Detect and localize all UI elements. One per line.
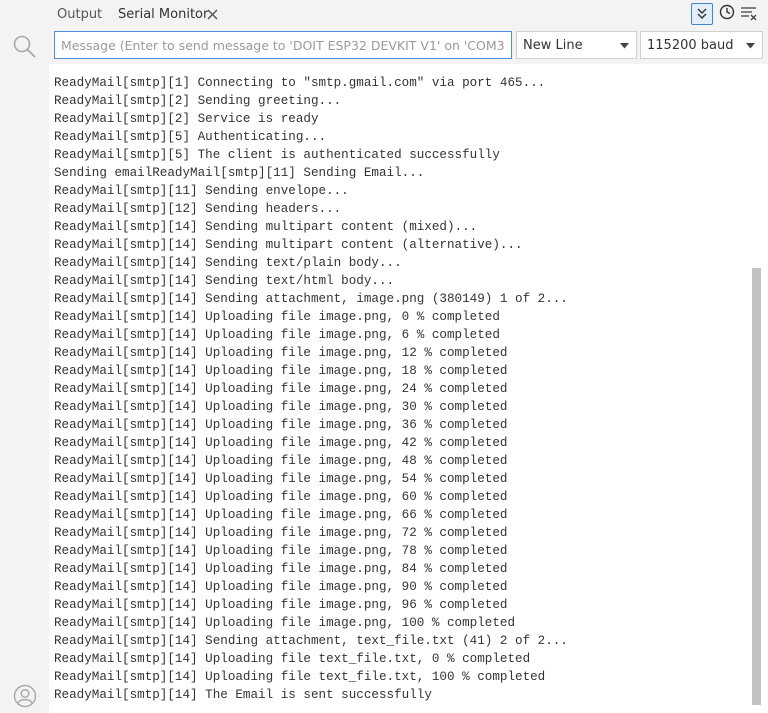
console-line: ReadyMail[smtp][14] Uploading file image… [54,418,508,432]
search-icon[interactable] [12,34,38,60]
console-line: ReadyMail[smtp][14] Uploading file image… [54,400,508,414]
account-icon[interactable] [13,684,37,708]
console-line: ReadyMail[smtp][12] Sending headers... [54,202,342,216]
left-rail [0,0,49,713]
console-line: Sending emailReadyMail[smtp][11] Sending… [54,166,425,180]
console-line: ReadyMail[smtp][14] Uploading file image… [54,454,508,468]
console-line: ReadyMail[smtp][14] Sending text/plain b… [54,256,402,270]
console-line: ReadyMail[smtp][5] The client is authent… [54,148,500,162]
autoscroll-button[interactable] [691,3,713,25]
console-line: ReadyMail[smtp][14] Sending attachment, … [54,292,568,306]
console-line: ReadyMail[smtp][14] Uploading file image… [54,616,516,630]
console-line: ReadyMail[smtp][14] Uploading file image… [54,490,508,504]
console-line: ReadyMail[smtp][14] Uploading file image… [54,472,508,486]
console-line: ReadyMail[smtp][14] Uploading file image… [54,544,508,558]
console-line: ReadyMail[smtp][14] The Email is sent su… [54,688,432,702]
console-line: ReadyMail[smtp][2] Service is ready [54,112,319,126]
console-line: ReadyMail[smtp][14] Uploading file image… [54,508,508,522]
clear-output-icon[interactable] [740,5,757,21]
console-line: ReadyMail[smtp][14] Uploading file image… [54,364,508,378]
console-line: ReadyMail[smtp][14] Sending multipart co… [54,238,523,252]
tab-output[interactable]: Output [57,7,102,22]
close-icon[interactable] [207,9,218,20]
serial-output-lines: ReadyMail[smtp][1] Connecting to "smtp.g… [54,74,568,704]
console-line: ReadyMail[smtp][14] Uploading file text_… [54,652,531,666]
message-input[interactable] [54,31,512,59]
console-line: ReadyMail[smtp][14] Sending text/html bo… [54,274,395,288]
console-line: ReadyMail[smtp][14] Uploading file image… [54,328,500,342]
console-line: ReadyMail[smtp][14] Uploading file text_… [54,670,546,684]
chevron-down-icon [620,43,629,49]
console-line: ReadyMail[smtp][1] Connecting to "smtp.g… [54,76,546,90]
console-line: ReadyMail[smtp][14] Uploading file image… [54,526,508,540]
tab-serial-monitor[interactable]: Serial Monitor [118,7,208,22]
console-line: ReadyMail[smtp][2] Sending greeting... [54,94,342,108]
console-line: ReadyMail[smtp][14] Uploading file image… [54,562,508,576]
console-line: ReadyMail[smtp][14] Sending attachment, … [54,634,568,648]
line-ending-value: New Line [523,38,583,53]
console-line: ReadyMail[smtp][14] Uploading file image… [54,580,508,594]
baud-rate-value: 115200 baud [647,38,734,53]
chevron-down-icon [746,43,755,49]
autoscroll-icon [697,8,707,19]
console-line: ReadyMail[smtp][14] Uploading file image… [54,346,508,360]
line-ending-select[interactable]: New Line [516,31,637,59]
clock-icon[interactable] [719,4,735,20]
console-line: ReadyMail[smtp][14] Uploading file image… [54,382,508,396]
serial-output[interactable]: ReadyMail[smtp][1] Connecting to "smtp.g… [49,64,768,713]
scrollbar-thumb[interactable] [752,268,761,705]
panel-tabbar: Output Serial Monitor [49,0,768,30]
console-line: ReadyMail[smtp][11] Sending envelope... [54,184,349,198]
console-line: ReadyMail[smtp][14] Uploading file image… [54,436,508,450]
console-line: ReadyMail[smtp][14] Uploading file image… [54,310,500,324]
baud-rate-select[interactable]: 115200 baud [640,31,763,59]
console-line: ReadyMail[smtp][5] Authenticating... [54,130,327,144]
console-line: ReadyMail[smtp][14] Uploading file image… [54,598,508,612]
console-line: ReadyMail[smtp][14] Sending multipart co… [54,220,478,234]
settings-icon[interactable] [12,0,26,4]
